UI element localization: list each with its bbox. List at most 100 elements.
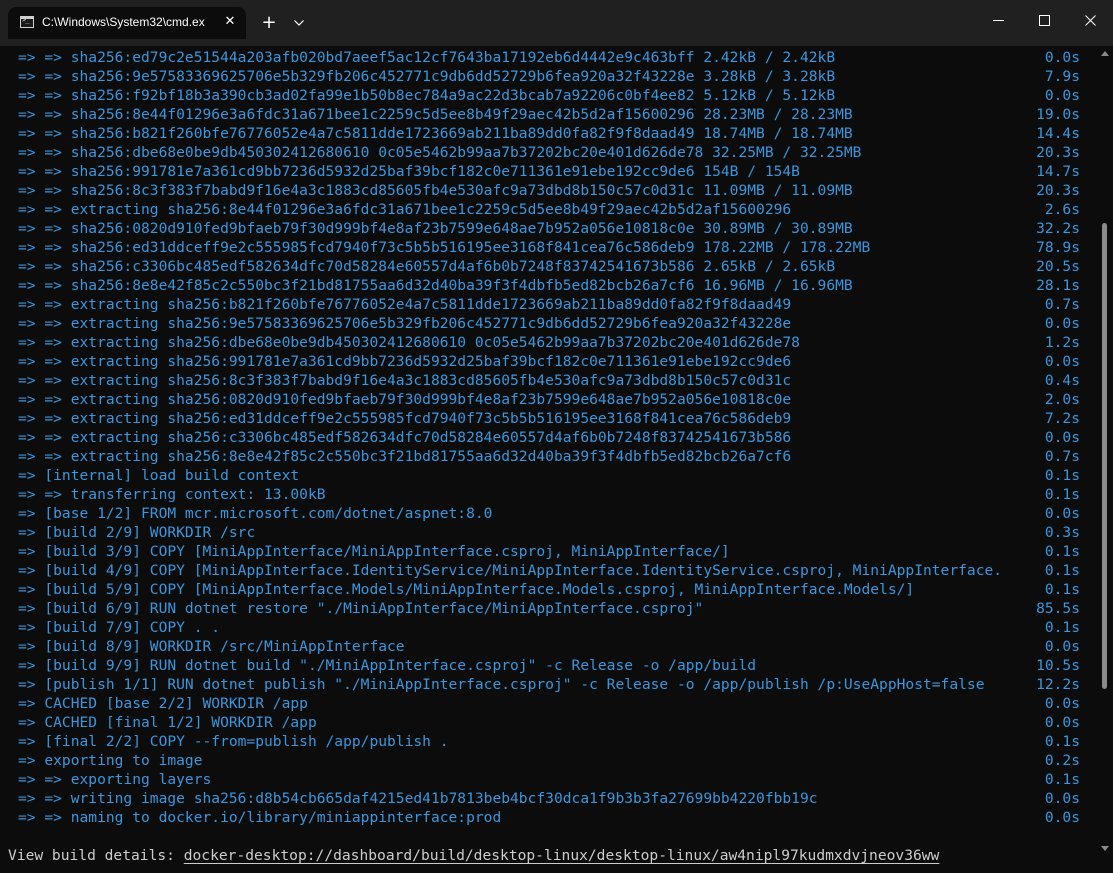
close-window-button[interactable] (1067, 0, 1113, 40)
build-details-link[interactable]: docker-desktop://dashboard/build/desktop… (184, 847, 940, 864)
output-line-duration: 1.2s (1044, 334, 1080, 351)
output-line-duration: 0.0s (1044, 790, 1080, 807)
scrollbar-thumb[interactable] (1102, 223, 1107, 689)
output-line-text: => [build 4/9] COPY [MiniAppInterface.Id… (18, 562, 1003, 579)
new-tab-button[interactable]: + (258, 12, 280, 34)
minimize-button[interactable] (975, 0, 1021, 40)
output-line-text: => => sha256:8e44f01296e3a6fdc31a671bee1… (18, 106, 853, 123)
maximize-button[interactable] (1021, 0, 1067, 40)
output-line: => => sha256:0820d910fed9bfaeb79f30d999b… (18, 219, 1080, 238)
output-line: => [build 3/9] COPY [MiniAppInterface/Mi… (18, 542, 1080, 561)
output-line: => [publish 1/1] RUN dotnet publish "./M… (18, 675, 1080, 694)
terminal-icon (20, 16, 34, 28)
minimize-icon (993, 20, 1004, 21)
output-line-text: => => sha256:c3306bc485edf582634dfc70d58… (18, 258, 836, 275)
output-line: => => extracting sha256:8c3f383f7babd9f1… (18, 371, 1080, 390)
output-line-text: => [build 9/9] RUN dotnet build "./MiniA… (18, 657, 757, 674)
output-line-text: => => extracting sha256:b821f260bfe76776… (18, 296, 792, 313)
output-line-duration: 0.4s (1044, 372, 1080, 389)
output-line: => => extracting sha256:0820d910fed9bfae… (18, 390, 1080, 409)
output-line-text: => => sha256:8c3f383f7babd9f16e4a3c1883c… (18, 182, 853, 199)
output-line-duration: 14.7s (1036, 163, 1080, 180)
output-line: => => extracting sha256:b821f260bfe76776… (18, 295, 1080, 314)
output-line-text: => [final 2/2] COPY --from=publish /app/… (18, 733, 449, 750)
output-line-text: => => sha256:f92bf18b3a390cb3ad02fa99e1b… (18, 87, 836, 104)
scroll-down-icon[interactable] (1101, 846, 1109, 851)
output-line-text: => => sha256:dbe68e0be9db450302412680610… (18, 144, 862, 161)
output-line-duration: 0.7s (1044, 296, 1080, 313)
output-line-duration: 32.2s (1036, 220, 1080, 237)
output-line: => => sha256:f92bf18b3a390cb3ad02fa99e1b… (18, 86, 1080, 105)
output-line: => => sha256:8c3f383f7babd9f16e4a3c1883c… (18, 181, 1080, 200)
output-line-text: => => extracting sha256:991781e7a361cd9b… (18, 353, 792, 370)
output-line: => [build 5/9] COPY [MiniAppInterface.Mo… (18, 580, 1080, 599)
output-line-text: => [base 1/2] FROM mcr.microsoft.com/dot… (18, 505, 493, 522)
output-line-duration: 12.2s (1036, 676, 1080, 693)
output-line-text: => => extracting sha256:dbe68e0be9db4503… (18, 334, 800, 351)
close-icon (1085, 15, 1096, 26)
scroll-up-icon[interactable] (1101, 51, 1109, 56)
output-line: => [base 1/2] FROM mcr.microsoft.com/dot… (18, 504, 1080, 523)
output-line-text: => [build 6/9] RUN dotnet restore "./Min… (18, 600, 704, 617)
output-line-duration: 0.1s (1044, 467, 1080, 484)
maximize-icon (1039, 15, 1050, 26)
output-line: => => transferring context: 13.00kB 0.1s (18, 485, 1080, 504)
output-line-duration: 0.1s (1044, 543, 1080, 560)
output-line-duration: 19.0s (1036, 106, 1080, 123)
output-line-text: => CACHED [final 1/2] WORKDIR /app (18, 714, 317, 731)
output-lines: => => sha256:ed79c2e51544a203afb020bd7ae… (18, 48, 1080, 827)
output-line-duration: 0.0s (1044, 714, 1080, 731)
chevron-down-icon (294, 20, 304, 26)
output-line-text: => => naming to docker.io/library/miniap… (18, 809, 502, 826)
output-line-text: => [publish 1/1] RUN dotnet publish "./M… (18, 676, 985, 693)
output-line-duration: 28.1s (1036, 277, 1080, 294)
output-line-text: => => extracting sha256:8e44f01296e3a6fd… (18, 201, 792, 218)
output-line: => CACHED [base 2/2] WORKDIR /app 0.0s (18, 694, 1080, 713)
output-line-duration: 0.0s (1044, 87, 1080, 104)
output-line-duration: 0.0s (1044, 505, 1080, 522)
output-line-text: => => sha256:0820d910fed9bfaeb79f30d999b… (18, 220, 853, 237)
output-line: => => exporting layers 0.1s (18, 770, 1080, 789)
output-line-duration: 0.0s (1044, 315, 1080, 332)
output-line-duration: 85.5s (1036, 600, 1080, 617)
output-line-duration: 0.3s (1044, 524, 1080, 541)
output-line-text: => => transferring context: 13.00kB (18, 486, 326, 503)
output-line-duration: 20.5s (1036, 258, 1080, 275)
output-line-text: => [build 5/9] COPY [MiniAppInterface.Mo… (18, 581, 915, 598)
output-line-text: => => extracting sha256:0820d910fed9bfae… (18, 391, 792, 408)
output-line-text: => => extracting sha256:ed31ddceff9e2c55… (18, 410, 792, 427)
output-line-text: => => extracting sha256:9e57583369625706… (18, 315, 792, 332)
title-bar[interactable]: C:\Windows\System32\cmd.ex ✕ + (0, 0, 1113, 46)
tab-dropdown-button[interactable] (289, 12, 309, 34)
output-line: => [build 6/9] RUN dotnet restore "./Min… (18, 599, 1080, 618)
output-line-duration: 0.1s (1044, 771, 1080, 788)
output-line-duration: 20.3s (1036, 144, 1080, 161)
output-line-duration: 0.1s (1044, 581, 1080, 598)
output-line: => => extracting sha256:8e8e42f85c2c550b… (18, 447, 1080, 466)
output-line-text: => => writing image sha256:d8b54cb665daf… (18, 790, 818, 807)
output-line: => => sha256:ed79c2e51544a203afb020bd7ae… (18, 48, 1080, 67)
output-line: => [internal] load build context 0.1s (18, 466, 1080, 485)
output-line: => => extracting sha256:8e44f01296e3a6fd… (18, 200, 1080, 219)
output-line: => CACHED [final 1/2] WORKDIR /app 0.0s (18, 713, 1080, 732)
build-details-label: View build details: (8, 847, 184, 864)
output-line: => => sha256:ed31ddceff9e2c555985fcd7940… (18, 238, 1080, 257)
tab-cmd[interactable]: C:\Windows\System32\cmd.ex ✕ (8, 7, 246, 39)
output-line-text: => [internal] load build context (18, 467, 300, 484)
output-line-text: => => extracting sha256:c3306bc485edf582… (18, 429, 792, 446)
terminal-output[interactable]: => => sha256:ed79c2e51544a203afb020bd7ae… (0, 46, 1097, 873)
output-line: => => sha256:c3306bc485edf582634dfc70d58… (18, 257, 1080, 276)
output-line-duration: 10.5s (1036, 657, 1080, 674)
output-line-text: => => exporting layers (18, 771, 212, 788)
output-line-text: => [build 2/9] WORKDIR /src (18, 524, 256, 541)
vertical-scrollbar[interactable] (1097, 46, 1113, 873)
output-line: => => extracting sha256:dbe68e0be9db4503… (18, 333, 1080, 352)
output-line: => => sha256:8e44f01296e3a6fdc31a671bee1… (18, 105, 1080, 124)
output-line: => => sha256:9e57583369625706e5b329fb206… (18, 67, 1080, 86)
close-tab-icon[interactable]: ✕ (222, 14, 238, 30)
tab-title: C:\Windows\System32\cmd.ex (42, 15, 205, 29)
output-line-duration: 7.9s (1044, 68, 1080, 85)
output-line-duration: 20.3s (1036, 182, 1080, 199)
output-line: => [build 9/9] RUN dotnet build "./MiniA… (18, 656, 1080, 675)
output-line-duration: 14.4s (1036, 125, 1080, 142)
